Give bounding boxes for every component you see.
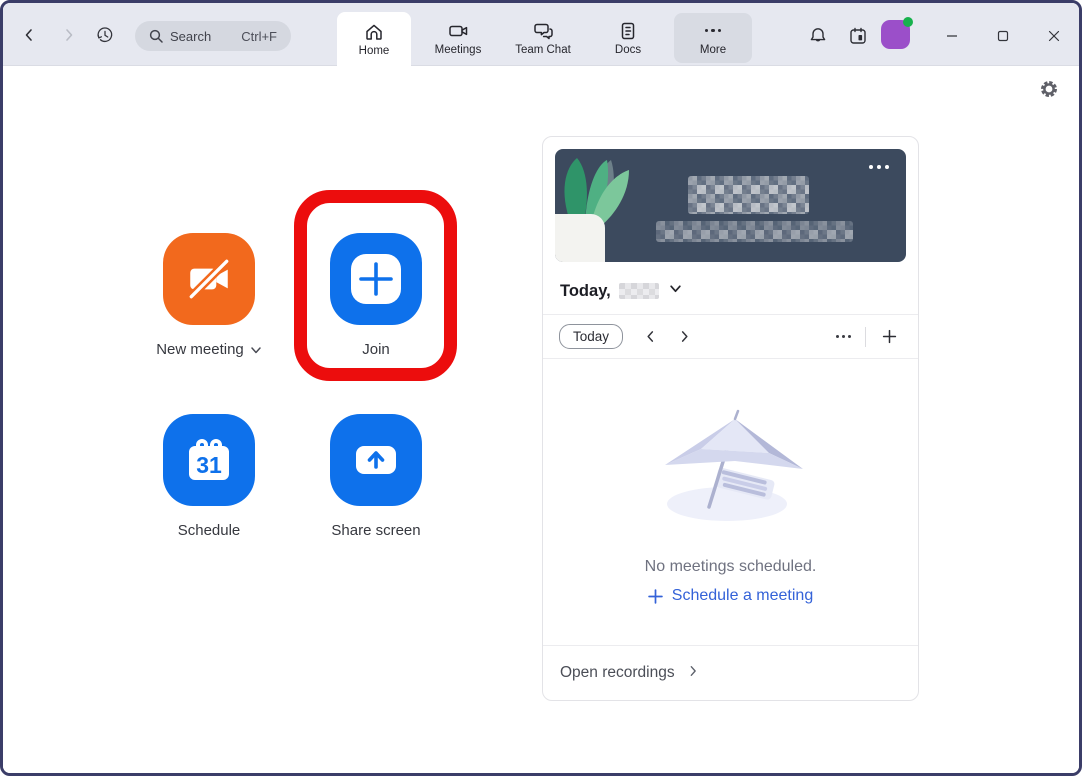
open-recordings-row[interactable]: Open recordings [543,645,918,700]
home-content: New meeting Join 31 Schedule Share scree… [3,66,1079,773]
redacted-date-chip [618,283,659,299]
settings-button[interactable] [1039,79,1059,99]
main-tabs: Home Meetings Team Chat Docs More [3,3,1079,66]
calendar-toolbar: Today [543,314,918,359]
share-screen-button[interactable] [330,414,422,506]
chat-bubbles-icon [533,23,553,39]
date-selector-row: Today, [543,268,918,314]
chevron-down-icon [670,285,681,293]
plus-icon [351,254,401,304]
tab-docs[interactable]: Docs [601,13,655,63]
close-icon [1048,30,1060,42]
gear-icon [1040,80,1058,98]
tab-team-chat-label: Team Chat [515,43,571,56]
calendar-31-icon: 31 [189,439,229,480]
maximize-button[interactable] [989,25,1017,47]
banner-more-button[interactable] [865,161,893,173]
avatar[interactable] [881,17,913,49]
beach-umbrella-illustration [664,409,803,521]
home-icon [366,24,382,40]
tab-more-label: More [699,43,727,56]
redacted-date [656,221,853,242]
meeting-banner [555,149,906,262]
more-icon [704,21,722,41]
plus-icon [647,588,663,604]
today-label: Today, [560,281,611,300]
plus-icon [882,329,896,344]
redacted-time [688,176,809,214]
add-meeting-button[interactable] [876,324,902,350]
previous-day-button[interactable] [637,324,663,350]
new-meeting-button[interactable] [163,233,255,325]
tab-meetings[interactable]: Meetings [419,13,497,63]
zoom-app-window: Search Ctrl+F Home Meetings Team Chat Do… [0,0,1082,776]
calendar-button[interactable] [847,25,869,47]
title-bar: Search Ctrl+F Home Meetings Team Chat Do… [3,3,1079,66]
share-screen-label[interactable]: Share screen [276,522,476,539]
chevron-right-icon [681,331,688,342]
chevron-right-icon [687,664,699,682]
schedule-a-meeting-link[interactable]: Schedule a meeting [647,587,813,605]
share-screen-icon [356,446,396,474]
calendar-day-number: 31 [196,452,222,478]
calendar-icon [850,27,866,44]
presence-status-dot [903,17,913,27]
chevron-down-icon [251,346,261,353]
calendar-more-button[interactable] [832,329,855,344]
notifications-button[interactable] [807,25,829,47]
tab-team-chat[interactable]: Team Chat [501,13,585,63]
tab-home-label: Home [358,44,390,57]
tab-docs-label: Docs [614,43,642,56]
minimize-button[interactable] [938,25,966,47]
open-recordings-label: Open recordings [560,664,675,681]
bell-icon [810,28,826,42]
today-button[interactable]: Today [559,324,624,349]
toolbar-divider [865,326,866,347]
tab-meetings-label: Meetings [434,43,482,56]
tab-more[interactable]: More [674,13,752,63]
join-label[interactable]: Join [276,341,476,358]
no-meetings-message: No meetings scheduled. [644,558,817,575]
video-camera-icon [448,25,467,36]
document-icon [621,22,635,39]
empty-schedule-area: No meetings scheduled. Schedule a meetin… [543,359,918,645]
chevron-left-icon [646,331,653,342]
close-button[interactable] [1040,25,1068,47]
plant-illustration [555,158,629,262]
date-dropdown[interactable] [669,282,682,300]
video-off-icon [188,258,230,300]
meetings-panel: Today, Today No meetings scheduled. Sche… [542,136,919,701]
maximize-icon [997,30,1009,42]
next-day-button[interactable] [671,324,697,350]
schedule-button[interactable]: 31 [163,414,255,506]
join-button[interactable] [330,233,422,325]
tab-home[interactable]: Home [337,12,411,66]
minimize-icon [947,35,957,37]
